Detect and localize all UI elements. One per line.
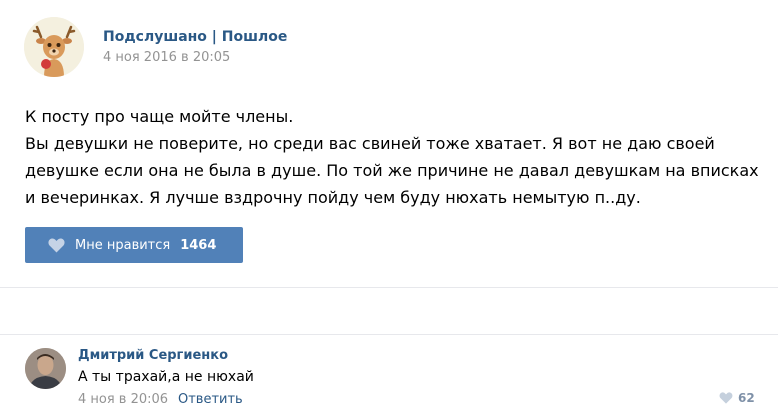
like-count: 1464 [180,237,217,253]
heart-icon [48,238,65,252]
heart-icon [719,392,733,404]
comment-date[interactable]: 4 ноя в 20:06 [78,392,168,407]
divider [0,334,778,335]
like-button[interactable]: Мне нравится 1464 [25,227,243,263]
divider [0,287,778,288]
comment-avatar[interactable] [25,348,66,389]
comment-like-count: 62 [738,391,755,405]
post-author[interactable]: Подслушано | Пошлое [103,29,287,45]
like-label: Мне нравится [75,237,171,253]
reply-link[interactable]: Ответить [178,392,243,407]
comment-author[interactable]: Дмитрий Сергиенко [78,348,228,363]
post-text-line: К посту про чаще мойте члены. [25,107,294,126]
post-text: К посту про чаще мойте члены. Вы девушки… [25,103,760,211]
post-date[interactable]: 4 ноя 2016 в 20:05 [103,50,230,65]
comment-like-button[interactable]: 62 [719,391,755,405]
group-avatar[interactable] [24,17,84,77]
post-text-body: Вы девушки не поверите, но среди вас сви… [25,134,759,207]
comment-text: А ты трахай,а не нюхай [78,369,254,385]
post: Подслушано | Пошлое 4 ноя 2016 в 20:05 К… [0,0,778,288]
